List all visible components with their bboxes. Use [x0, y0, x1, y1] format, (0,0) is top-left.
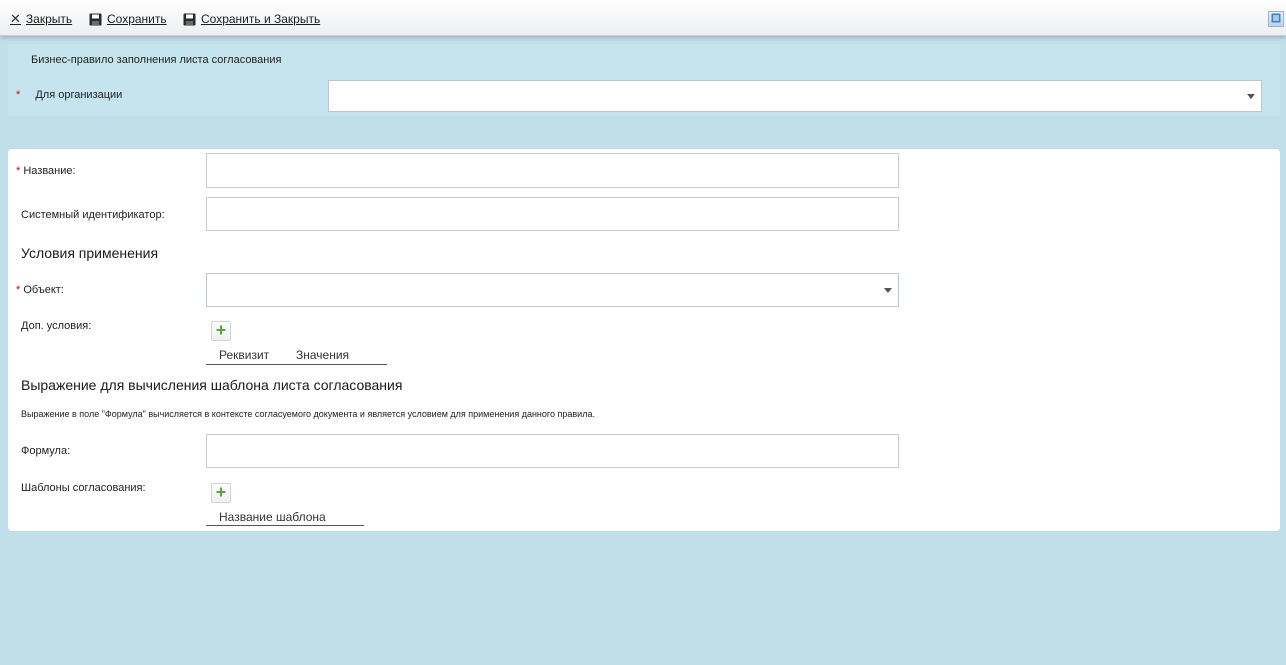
header-panel: Бизнес-правило заполнения листа согласов…: [8, 44, 1280, 116]
add-template-button[interactable]: [211, 483, 231, 503]
form-card: * Название: Системный идентификатор: Усл…: [8, 149, 1280, 531]
extra-conditions-label: Доп. условия:: [21, 320, 92, 332]
name-label-text: Название:: [23, 165, 76, 177]
plus-icon: [216, 486, 226, 500]
conditions-section-title: Условия применения: [21, 245, 159, 261]
required-mark: *: [16, 89, 21, 101]
floppy-disk-icon: [89, 13, 102, 26]
chevron-down-icon: [1247, 94, 1255, 99]
formula-label: Формула:: [21, 445, 71, 457]
organization-label-text: Для организации: [35, 89, 123, 101]
plus-icon: [216, 324, 226, 338]
window-toggle-button[interactable]: [1268, 11, 1284, 27]
object-label-text: Объект:: [23, 284, 64, 296]
close-button-label: Закрыть: [25, 12, 73, 26]
object-label: * Объект:: [16, 284, 64, 296]
toolbar: ✕ Закрыть Сохранить Сохранить и Закрыть: [0, 0, 1286, 36]
templates-table-divider: [206, 525, 364, 526]
object-select[interactable]: [206, 273, 899, 307]
close-icon: ✕: [10, 11, 21, 26]
save-and-close-button[interactable]: Сохранить и Закрыть: [183, 11, 320, 27]
column-header-values: Значения: [296, 348, 350, 362]
required-mark: *: [16, 284, 21, 296]
organization-select[interactable]: [328, 80, 1262, 112]
save-button[interactable]: Сохранить: [89, 11, 167, 27]
organization-label: * Для организации: [16, 89, 122, 101]
conditions-table-divider: [206, 364, 387, 365]
templates-label: Шаблоны согласования:: [21, 482, 146, 494]
formula-input[interactable]: [206, 434, 899, 468]
floppy-disk-icon: [183, 13, 196, 26]
page-title: Бизнес-правило заполнения листа согласов…: [31, 54, 282, 66]
column-header-requisite: Реквизит: [219, 348, 270, 362]
name-input[interactable]: [206, 153, 899, 188]
save-and-close-button-label: Сохранить и Закрыть: [201, 12, 321, 26]
system-id-label: Системный идентификатор:: [21, 209, 165, 221]
save-button-label: Сохранить: [107, 12, 167, 26]
expression-section-title: Выражение для вычисления шаблона листа с…: [21, 377, 403, 393]
chevron-down-icon: [884, 288, 892, 293]
add-condition-button[interactable]: [211, 321, 231, 341]
required-mark: *: [16, 165, 21, 177]
window-icon: [1271, 12, 1281, 26]
name-label: * Название:: [16, 165, 76, 177]
column-header-template-name: Название шаблона: [219, 510, 326, 524]
system-id-input[interactable]: [206, 197, 899, 231]
expression-note: Выражение в поле "Формула" вычисляется в…: [21, 409, 595, 419]
close-button[interactable]: ✕ Закрыть: [10, 11, 72, 27]
